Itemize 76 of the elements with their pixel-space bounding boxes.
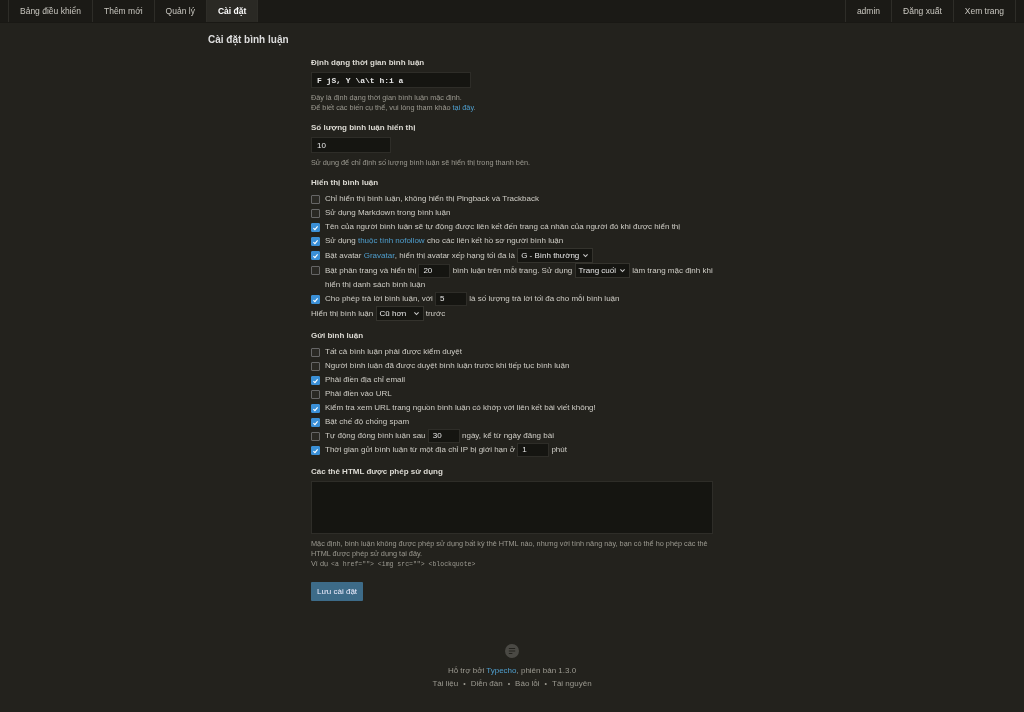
nav-tab[interactable]: Cài đặt (205, 0, 259, 22)
nav-link[interactable]: Xem trang (952, 0, 1016, 22)
option-text: làm trang mặc định khi (631, 264, 714, 277)
caret-icon (619, 267, 626, 274)
option-text: Chỉ hiển thị bình luận, không hiển thị Pingback và Trackback (325, 193, 539, 205)
footer-link[interactable]: Tài nguyên (552, 679, 592, 688)
logo-icon (505, 644, 519, 658)
option-text: Bật avatar (325, 249, 363, 262)
textarea-field[interactable] (311, 481, 713, 534)
section-label: Các thẻ HTML được phép sử dụng (311, 467, 444, 476)
option-text: bình luận trên mỗi trang. Sử dụng (451, 264, 574, 277)
number-input[interactable]: 5 (435, 292, 468, 306)
checkbox[interactable] (311, 432, 320, 441)
text-input[interactable]: 10 (311, 137, 391, 153)
section-label: Hiển thị bình luận (311, 178, 380, 187)
checkbox[interactable] (311, 348, 320, 357)
checkbox[interactable] (311, 223, 320, 232)
footer-link[interactable]: Tài liệu (432, 679, 459, 688)
section-label: Số lượng bình luận hiển thị (311, 123, 417, 132)
credit-text: , phiên bản 1.3.0 (516, 666, 577, 675)
credit-link[interactable]: Typecho (486, 666, 517, 675)
option-text: là số lượng trả lời tối đa cho mỗi bình luận (468, 293, 620, 305)
number-input[interactable]: 20 (418, 263, 451, 278)
credit-text: Hỗ trợ bởi (447, 666, 486, 675)
checkbox[interactable] (311, 295, 320, 304)
nav-tab[interactable]: Bảng điều khiển (8, 0, 92, 22)
nav-tab[interactable]: Quản lý (153, 0, 206, 22)
dropdown[interactable]: Trang cuối (574, 263, 630, 278)
option-link[interactable]: Gravatar (363, 248, 395, 263)
dropdown[interactable]: G - Bình thường (517, 248, 594, 263)
checkbox[interactable] (311, 446, 320, 455)
nav-link[interactable]: admin (844, 0, 892, 22)
option-text: Sử dụng (325, 235, 357, 247)
option-text: Tự động đóng bình luận sau (325, 430, 427, 442)
checkbox[interactable] (311, 362, 320, 371)
checkbox[interactable] (311, 251, 320, 260)
option-text: Cho phép trả lời bình luận, với (325, 293, 434, 305)
option-text: Phải điền vào URL (325, 388, 392, 400)
option-text: hiển thị danh sách bình luận (325, 279, 426, 291)
page-title: Cài đặt bình luận (208, 34, 290, 45)
checkbox[interactable] (311, 418, 320, 427)
option-text: ngày, kể từ ngày đăng bài (461, 430, 554, 442)
option-text: Tên của người bình luận sẽ tự động được liên kết đến trang cá nhân của người đó khi được hiển thị (325, 221, 681, 233)
option-link[interactable]: thuộc tính nofollow (357, 234, 425, 248)
text-input[interactable]: F jS, Y \a\t h:i a (311, 72, 471, 88)
option-text: Sử dụng Markdown trong bình luận (325, 207, 451, 219)
footer-link[interactable]: Diễn đàn (470, 679, 503, 688)
option-text: Người bình luận đã được duyệt bình luận trước khi tiếp tục bình luận (325, 360, 570, 372)
save-button[interactable]: Lưu cài đặt (311, 582, 364, 601)
number-input[interactable]: 30 (427, 429, 460, 443)
caret-icon (412, 310, 420, 317)
option-text: cho các liên kết hồ sơ người bình luận (425, 235, 564, 247)
option-text: phút (550, 444, 567, 456)
checkbox[interactable] (311, 266, 320, 275)
checkbox[interactable] (311, 209, 320, 218)
footer-link[interactable]: Báo lỗi (515, 679, 540, 688)
dropdown[interactable]: Cũ hơn (375, 306, 424, 321)
option-text: Thời gian gửi bình luận từ một địa chỉ IP bị giới hạn ở (325, 444, 516, 456)
number-input[interactable]: 1 (517, 443, 550, 457)
option-text: Bật phân trang và hiển thị (325, 264, 418, 277)
checkbox[interactable] (311, 195, 320, 204)
option-text: Kiểm tra xem URL trang nguồn bình luận có khớp với liên kết bài viết không! (325, 402, 596, 414)
section-label: Định dạng thời gian bình luận (311, 58, 426, 67)
section-label: Gửi bình luận (311, 331, 364, 340)
option-text: Tất cả bình luận phải được kiểm duyệt (325, 346, 462, 358)
checkbox[interactable] (311, 404, 320, 413)
checkbox[interactable] (311, 390, 320, 399)
nav-link[interactable]: Đăng xuất (891, 0, 953, 22)
nav-tab[interactable]: Thêm mới (91, 0, 154, 22)
checkbox[interactable] (311, 376, 320, 385)
option-text: trước (424, 307, 446, 320)
option-text: Phải điền địa chỉ email (325, 374, 406, 386)
caret-icon (582, 252, 590, 259)
option-text: Hiển thị bình luận (311, 307, 375, 320)
option-text: Bật chế độ chống spam (325, 416, 410, 428)
checkbox[interactable] (311, 237, 320, 246)
